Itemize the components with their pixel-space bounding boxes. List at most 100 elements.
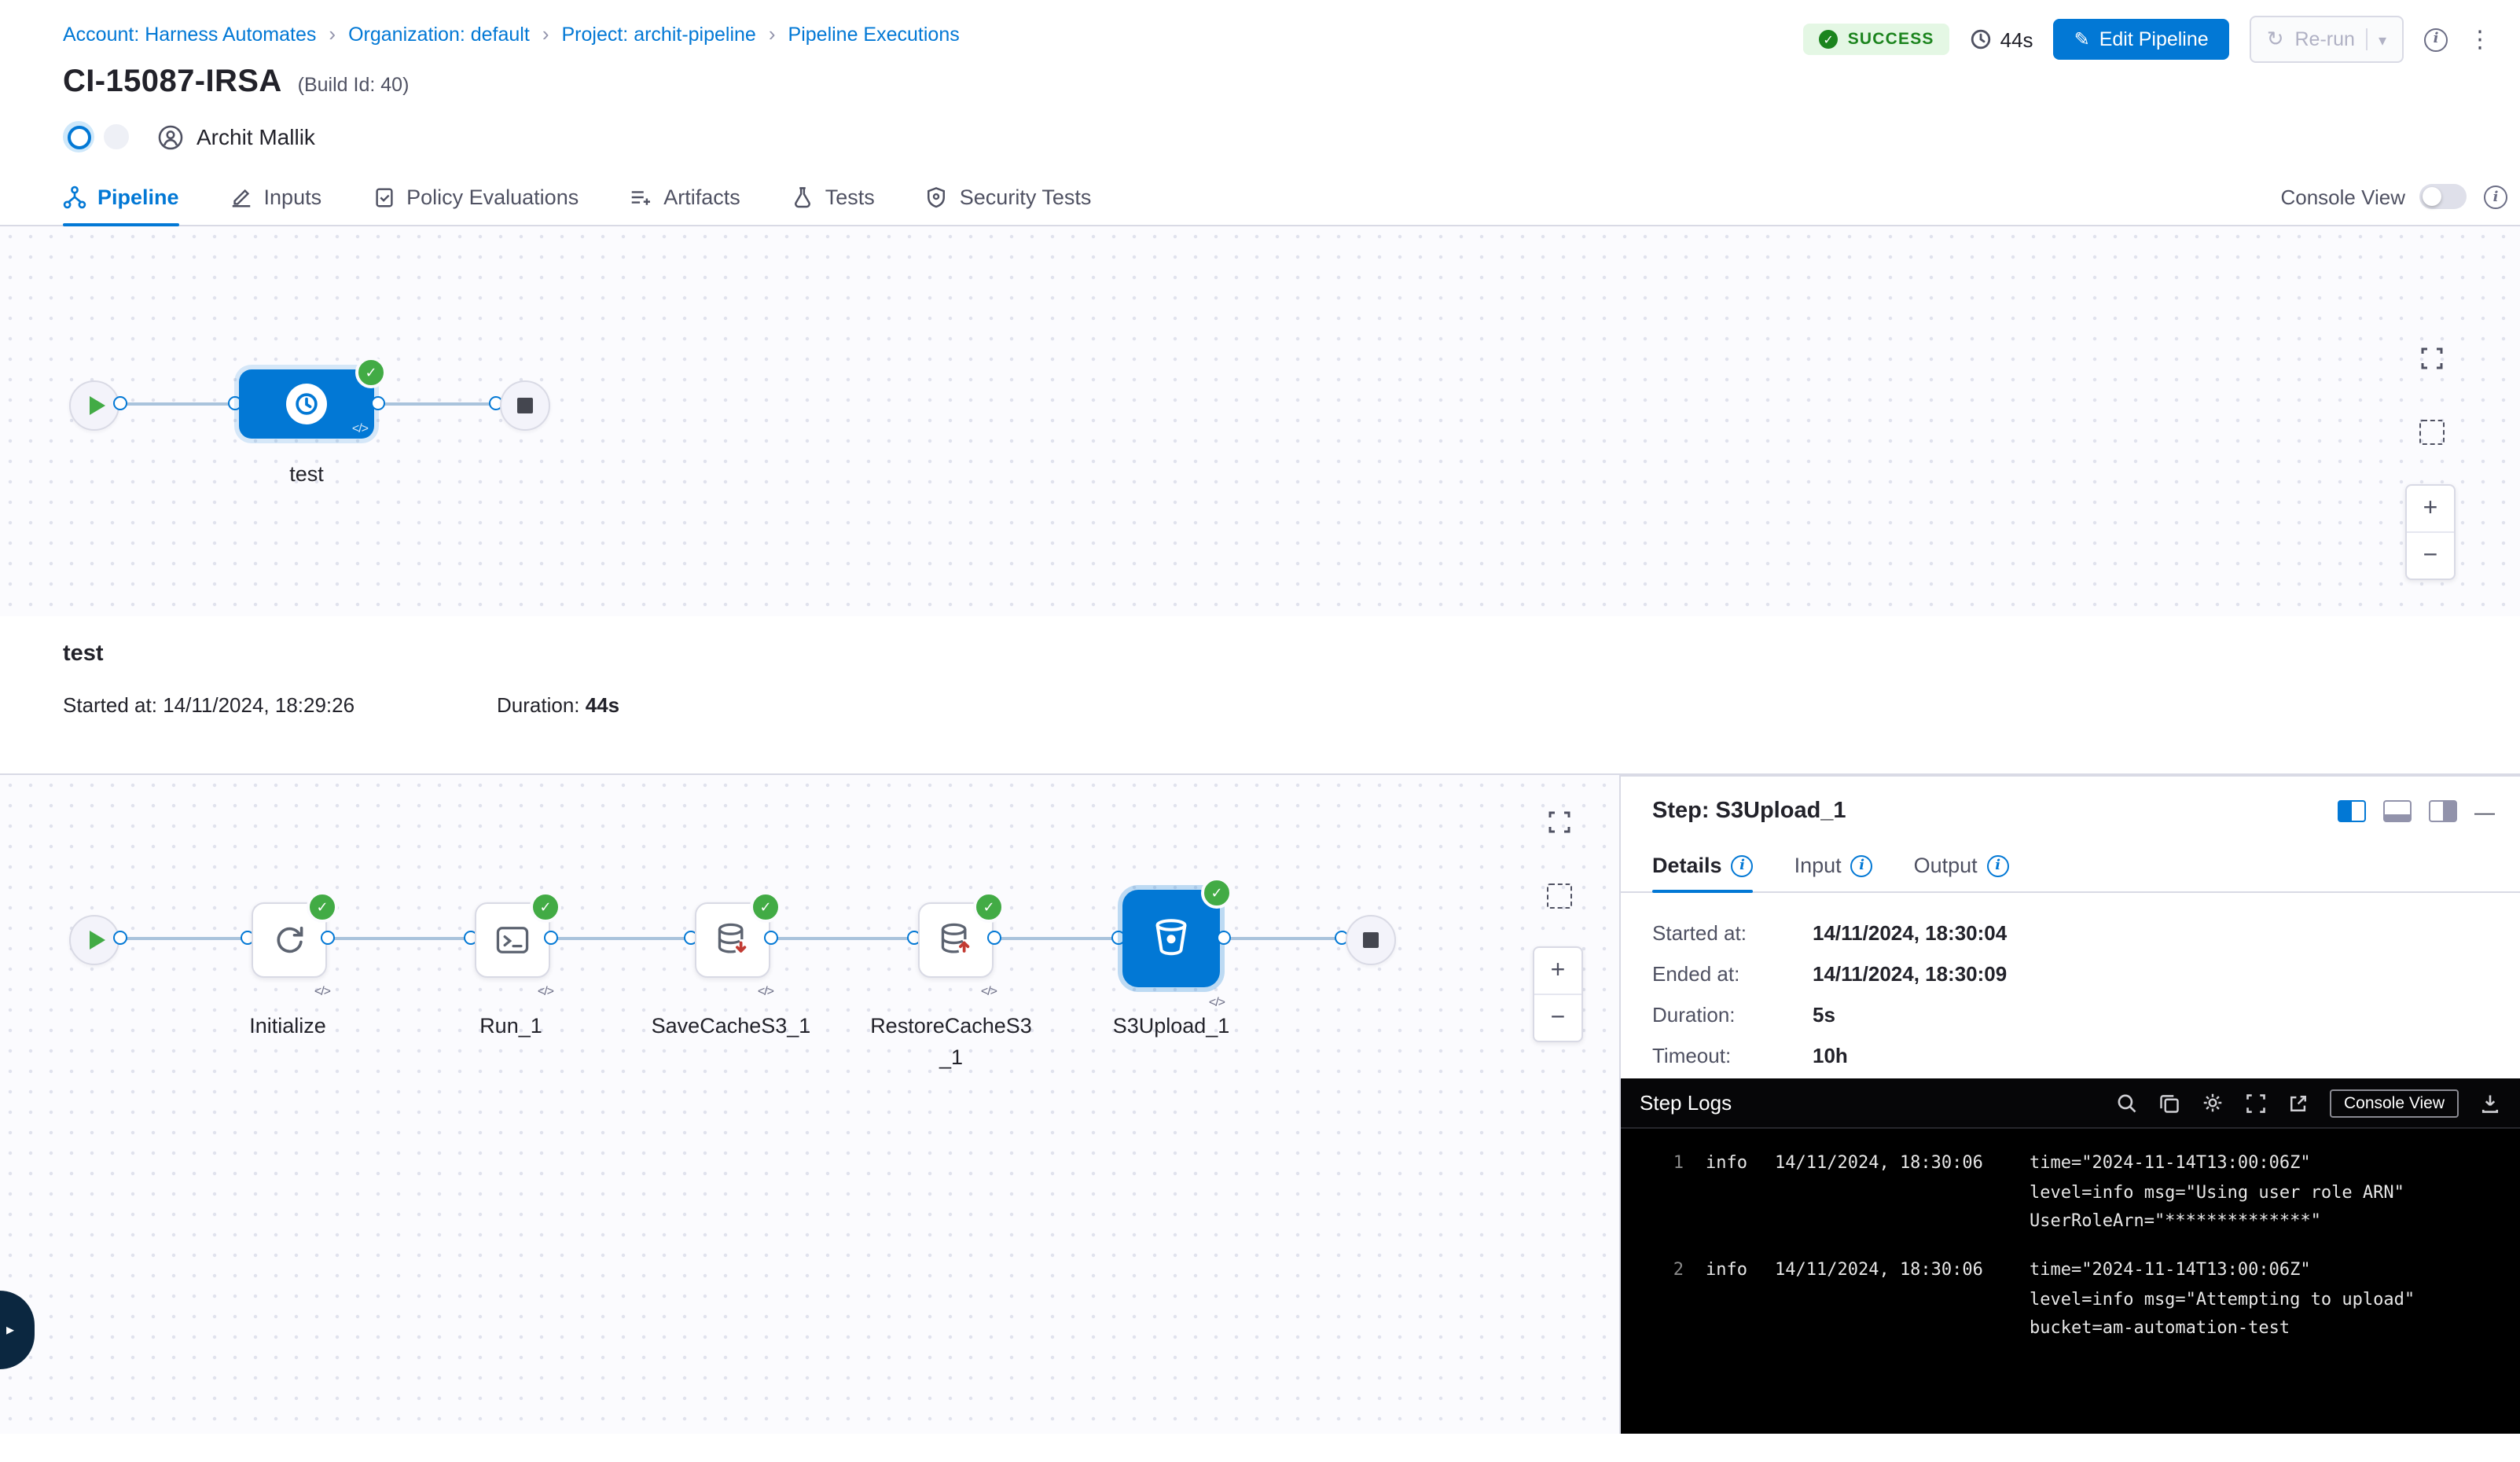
tab-label: Policy Evaluations xyxy=(406,185,579,208)
log-line-number: 1 xyxy=(1646,1149,1684,1237)
tab-label: Output xyxy=(1914,854,1978,877)
success-check-icon xyxy=(1201,877,1232,909)
search-button[interactable] xyxy=(2116,1092,2138,1114)
info-icon[interactable] xyxy=(1851,854,1873,876)
marquee-select-button[interactable] xyxy=(2416,417,2448,448)
tab-label: Input xyxy=(1794,854,1842,877)
console-view-button[interactable]: Console View xyxy=(2330,1089,2459,1117)
tab-label: Pipeline xyxy=(97,185,179,208)
step-label: Initialize xyxy=(193,1011,382,1043)
shield-icon xyxy=(925,185,949,208)
step-node-restorecaches3-1[interactable] xyxy=(918,902,994,978)
pipeline-start-node[interactable] xyxy=(69,380,119,431)
layout-split-vertical-icon[interactable] xyxy=(2338,800,2366,822)
connector-line xyxy=(547,937,695,940)
step-node-savecaches3-1[interactable] xyxy=(695,902,770,978)
fullscreen-button[interactable] xyxy=(1544,806,1575,838)
zoom-controls xyxy=(1533,946,1583,1042)
avatar xyxy=(101,121,132,152)
zoom-out-button[interactable] xyxy=(2407,533,2454,579)
kebab-menu-icon[interactable] xyxy=(2468,25,2492,53)
exec-start-node[interactable] xyxy=(69,915,119,965)
check-icon xyxy=(1820,30,1839,49)
tab-inputs[interactable]: Inputs xyxy=(230,168,322,225)
fullscreen-button[interactable] xyxy=(2416,343,2448,374)
refresh-icon xyxy=(2267,27,2284,52)
info-icon[interactable] xyxy=(1987,854,2009,876)
log-output[interactable]: 1 info 14/11/2024, 18:30:06 time="2024-1… xyxy=(1621,1129,2520,1434)
console-view-label: Console View xyxy=(2280,185,2405,208)
success-check-icon xyxy=(355,357,387,388)
webhook-icon xyxy=(67,125,90,149)
tab-label: Details xyxy=(1652,854,1722,877)
tab-label: Tests xyxy=(825,185,875,208)
info-icon[interactable] xyxy=(2424,28,2448,51)
code-badge-icon xyxy=(1209,995,1225,1009)
layout-right-icon[interactable] xyxy=(2429,800,2457,822)
console-view-toggle[interactable] xyxy=(2419,184,2467,209)
breadcrumb-project-link[interactable]: Project: archit-pipeline xyxy=(562,23,756,45)
title-row: CI-15087-IRSA (Build Id: 40) xyxy=(63,64,2489,101)
tab-security-tests[interactable]: Security Tests xyxy=(925,168,1092,225)
step-panel-tabs: Details Input Output xyxy=(1621,839,2520,893)
inputs-icon xyxy=(230,185,253,208)
log-message: time="2024-11-14T13:00:06Z" level=info m… xyxy=(2030,1149,2423,1237)
step-node-run-1[interactable] xyxy=(475,902,550,978)
step-node-initialize[interactable] xyxy=(252,902,327,978)
play-icon xyxy=(89,396,105,415)
external-link-icon xyxy=(2287,1092,2309,1114)
breadcrumb-executions-link[interactable]: Pipeline Executions xyxy=(788,23,960,45)
rerun-button[interactable]: Re-run xyxy=(2250,16,2404,63)
layout-bottom-icon[interactable] xyxy=(2383,800,2412,822)
author-name: Archit Mallik xyxy=(197,124,315,149)
success-check-icon xyxy=(307,891,338,923)
step-node-s3upload-1[interactable] xyxy=(1122,890,1220,987)
tab-policy-evaluations[interactable]: Policy Evaluations xyxy=(372,168,579,225)
download-logs-button[interactable] xyxy=(2479,1092,2501,1114)
policy-check-icon xyxy=(372,185,395,208)
edit-pipeline-button[interactable]: Edit Pipeline xyxy=(2054,19,2229,60)
breadcrumb-account-link[interactable]: Account: Harness Automates xyxy=(63,23,316,45)
tab-details[interactable]: Details xyxy=(1652,839,1754,891)
detail-row: Ended at: 14/11/2024, 18:30:09 xyxy=(1652,962,2489,986)
stage-started: Started at: 14/11/2024, 18:29:26 xyxy=(63,693,497,717)
save-cache-icon xyxy=(712,920,753,961)
tab-label: Security Tests xyxy=(960,185,1092,208)
tab-pipeline[interactable]: Pipeline xyxy=(63,168,179,225)
tab-artifacts[interactable]: Artifacts xyxy=(629,168,740,225)
marquee-select-button[interactable] xyxy=(1544,880,1575,912)
execution-tabbar: Pipeline Inputs Policy Evaluations xyxy=(0,168,2520,226)
stage-info-strip: test Started at: 14/11/2024, 18:29:26 Du… xyxy=(0,616,2520,775)
tab-label: Artifacts xyxy=(663,185,740,208)
port-dot xyxy=(544,931,558,945)
detail-value: 5s xyxy=(1813,1003,1835,1027)
info-icon[interactable] xyxy=(1732,854,1754,876)
stage-node-test[interactable] xyxy=(239,369,374,439)
trigger-type-icon[interactable] xyxy=(63,121,94,152)
fullscreen-icon xyxy=(1547,810,1572,835)
zoom-in-button[interactable] xyxy=(2407,486,2454,533)
exec-end-node[interactable] xyxy=(1346,915,1396,965)
settings-button[interactable] xyxy=(2201,1091,2224,1115)
execution-graph-canvas[interactable]: Initialize Run_1 xyxy=(0,775,1619,1434)
stage-node-label: test xyxy=(239,459,374,491)
pipeline-icon xyxy=(63,185,86,208)
minimize-button[interactable] xyxy=(2474,799,2495,823)
code-badge-icon xyxy=(352,421,368,435)
tab-output[interactable]: Output xyxy=(1914,839,2009,891)
open-in-new-button[interactable] xyxy=(2287,1092,2309,1114)
fullscreen-icon xyxy=(2245,1092,2267,1114)
connector-line xyxy=(767,937,918,940)
pipeline-end-node[interactable] xyxy=(500,380,550,431)
step-logs-panel: Step Logs xyxy=(1621,1078,2520,1434)
breadcrumb-organization-link[interactable]: Organization: default xyxy=(348,23,530,45)
zoom-in-button[interactable] xyxy=(1534,948,1581,995)
info-icon[interactable] xyxy=(2484,186,2507,209)
tab-input[interactable]: Input xyxy=(1794,839,1873,891)
zoom-out-button[interactable] xyxy=(1534,995,1581,1041)
tab-tests[interactable]: Tests xyxy=(791,168,875,225)
stage-graph-canvas[interactable]: test xyxy=(0,226,2520,616)
copy-button[interactable] xyxy=(2158,1092,2180,1114)
expand-logs-button[interactable] xyxy=(2245,1092,2267,1114)
sidebar-expand-handle[interactable] xyxy=(0,1291,35,1369)
